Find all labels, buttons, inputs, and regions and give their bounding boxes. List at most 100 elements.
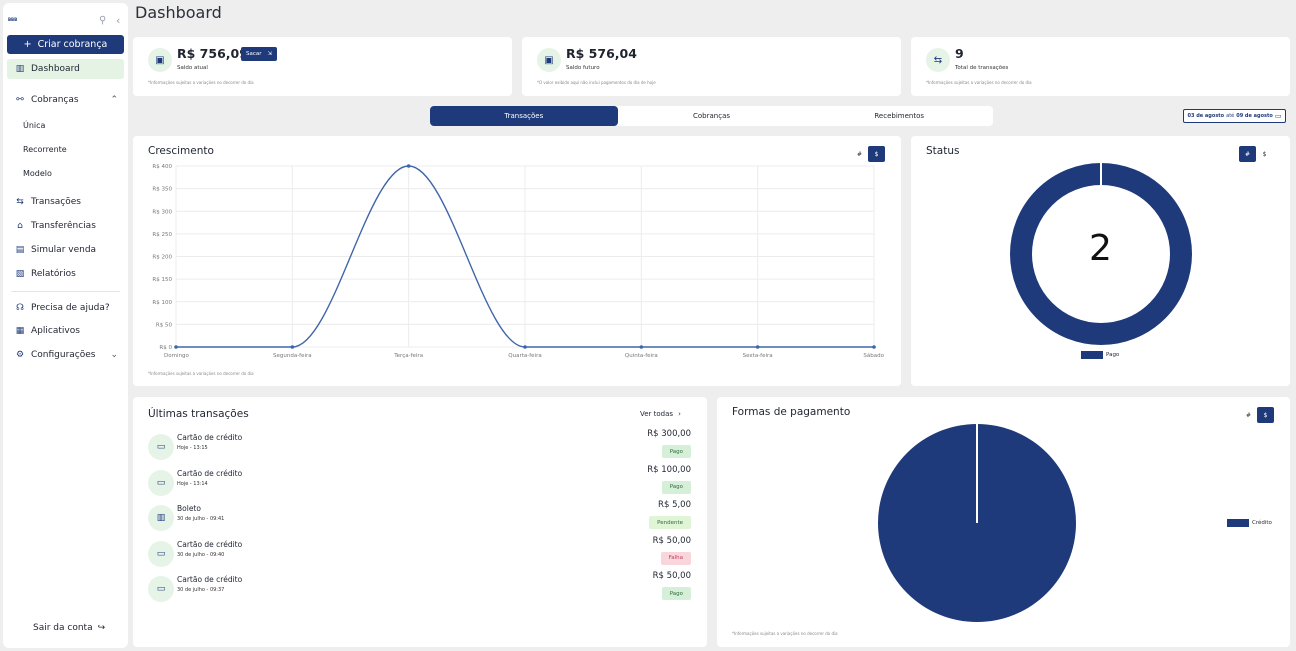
sidebar-item-simular-venda[interactable]: ▤ Simular venda <box>7 240 124 260</box>
y-tick-label: R$ 400 <box>152 164 172 170</box>
data-point[interactable] <box>290 345 295 349</box>
stat-value: R$ 576,04 <box>566 46 637 61</box>
y-tick-label: R$ 300 <box>152 209 172 215</box>
create-charge-button[interactable]: + Criar cobrança <box>7 35 124 54</box>
data-point[interactable] <box>639 345 644 349</box>
date-range-picker[interactable]: 03 de agosto até 09 de agosto ▭ <box>1183 109 1286 123</box>
chevron-down-icon: ⌄ <box>110 350 118 360</box>
tab-transacoes[interactable]: Transações <box>430 106 618 126</box>
stat-value: R$ 756,09 <box>177 46 248 61</box>
legend-label: Pago <box>1106 352 1120 358</box>
stat-note: *Informações sujeitas a variações no dec… <box>926 80 1032 85</box>
transaction-row[interactable]: ▭ Cartão de crédito 30 de julho - 09:37 R$ … <box>148 571 693 606</box>
report-icon: ▧ <box>15 269 25 279</box>
transaction-date: 30 de julho - 09:40 <box>177 551 225 558</box>
sidebar-subitem-recorrente[interactable]: Recorrente <box>23 145 67 154</box>
withdraw-icon: ⇲ <box>267 51 273 57</box>
calculator-icon: ▤ <box>15 245 25 255</box>
data-point[interactable] <box>406 164 411 168</box>
sidebar-item-cobrancas[interactable]: ⚯ Cobranças ⌃ <box>7 90 124 110</box>
y-tick-label: R$ 100 <box>152 300 172 306</box>
date-start: 03 de agosto <box>1187 113 1225 119</box>
sidebar-item-configuracoes[interactable]: ⚙ Configurações ⌄ <box>7 345 124 365</box>
data-point[interactable] <box>755 345 760 349</box>
transaction-amount: R$ 300,00 <box>647 429 691 439</box>
sidebar-subitem-unica[interactable]: Única <box>23 121 45 130</box>
card-icon: ▭ <box>148 540 174 567</box>
transaction-name: Boleto <box>177 504 201 513</box>
date-end: 09 de agosto <box>1236 113 1273 119</box>
transaction-row[interactable]: ▭ Cartão de crédito 30 de julho - 09:40 R$ … <box>148 536 693 571</box>
sidebar-item-label: Transações <box>31 197 81 207</box>
create-charge-label: Criar cobrança <box>37 39 108 50</box>
stat-card-total-transactions: ⇆ 9 Total de transações *Informações suj… <box>911 37 1290 96</box>
transaction-row[interactable]: ▭ Cartão de crédito Hoje - 13:15 R$ 300,00 P… <box>148 429 693 464</box>
y-tick-label: R$ 200 <box>152 255 172 261</box>
stat-label: Total de transações <box>955 65 1009 71</box>
gear-icon: ⚙ <box>15 350 25 360</box>
sidebar-item-label: Configurações <box>31 350 96 360</box>
collapse-icon[interactable]: ‹ <box>116 14 120 27</box>
sidebar-item-label: Simular venda <box>31 245 97 255</box>
card-icon: ▭ <box>148 434 174 460</box>
transfer-icon: ⇆ <box>926 48 950 72</box>
y-tick-label: R$ 50 <box>156 322 173 328</box>
transaction-date: Hoje - 13:14 <box>177 480 208 487</box>
page-title: Dashboard <box>135 3 222 22</box>
transaction-date: 30 de julho - 09:41 <box>177 516 225 522</box>
legend-label: Crédito <box>1252 520 1272 526</box>
payment-methods-card: Formas de pagamento # $ Crédito *Informa… <box>717 397 1290 647</box>
chart-note: *Informações sujeitas a variações no dec… <box>148 371 254 376</box>
data-point[interactable] <box>523 345 527 349</box>
sidebar-item-transacoes[interactable]: ⇆ Transações <box>7 192 124 212</box>
x-tick-label: Sábado <box>863 352 884 359</box>
y-tick-label: R$ 150 <box>152 277 172 283</box>
sidebar-item-relatorios[interactable]: ▧ Relatórios <box>7 264 124 284</box>
card-icon: ▭ <box>148 576 174 602</box>
transaction-amount: R$ 5,00 <box>658 500 691 510</box>
logout-label: Sair da conta <box>33 623 93 633</box>
sidebar-item-dashboard[interactable]: ▥ Dashboard <box>7 59 124 79</box>
divider <box>11 291 120 292</box>
data-point[interactable] <box>872 345 876 349</box>
status-badge: Falha <box>660 551 691 565</box>
sidebar-item-label: Dashboard <box>31 64 80 74</box>
chart-note: *Informações sujeitas a variações no dec… <box>732 631 838 636</box>
growth-chart-card: Crescimento # $ R$ 0 R$ 50 R$ 100 R$ 150 R$ … <box>133 136 901 386</box>
transaction-date: Hoje - 13:15 <box>177 445 208 451</box>
status-badge: Pendente <box>649 516 691 529</box>
sidebar-item-transferencias[interactable]: ⌂ Transferências <box>7 216 124 236</box>
sidebar-item-label: Aplicativos <box>31 326 80 336</box>
barcode-icon: ▥ <box>148 505 174 531</box>
status-badge: Pago <box>661 480 691 494</box>
tab-recebimentos[interactable]: Recebimentos <box>805 106 993 126</box>
sidebar-item-ajuda[interactable]: ☊ Precisa de ajuda? <box>7 298 124 318</box>
calendar-icon: ▭ <box>1274 112 1282 120</box>
headset-icon: ☊ <box>16 303 24 313</box>
money-icon: ⚯ <box>16 95 24 105</box>
transaction-row[interactable]: ▭ Cartão de crédito Hoje - 13:14 R$ 100,00 P… <box>148 464 693 500</box>
pin-icon[interactable]: ⚲ <box>99 15 106 26</box>
sidebar-subitem-modelo[interactable]: Modelo <box>23 169 52 178</box>
withdraw-button[interactable]: Sacar ⇲ <box>241 47 278 61</box>
stat-card-current-balance: ▣ R$ 756,09 Sacar ⇲ Saldo atual *Informa… <box>133 37 512 96</box>
payments-legend: Crédito <box>1227 519 1272 527</box>
transaction-amount: R$ 100,00 <box>647 464 691 475</box>
apps-icon: ▦ <box>15 326 25 336</box>
x-tick-label: Terça-feira <box>393 353 423 359</box>
transaction-row[interactable]: ▥ Boleto 30 de julho - 09:41 R$ 5,00 Pendent… <box>148 500 693 535</box>
sidebar-item-label: Precisa de ajuda? <box>31 303 110 313</box>
sidebar-item-aplicativos[interactable]: ▦ Aplicativos <box>7 321 124 341</box>
stat-label: Saldo futuro <box>566 65 600 71</box>
tab-cobrancas[interactable]: Cobranças <box>618 106 806 126</box>
last-transactions-title: Últimas transações <box>148 408 249 420</box>
logout-button[interactable]: Sair da conta ↪ <box>33 623 105 633</box>
y-tick-label: R$ 0 <box>159 345 172 351</box>
sidebar: BBB ⚲ ‹ + Criar cobrança ▥ Dashboard ⚯ C… <box>3 3 128 648</box>
data-point[interactable] <box>174 345 178 349</box>
chevron-right-icon: › <box>678 410 681 418</box>
brand-logo[interactable]: BBB <box>8 17 17 22</box>
x-tick-label: Quinta-feira <box>625 353 658 359</box>
view-all-link[interactable]: Ver todas › <box>640 410 681 418</box>
status-center-value: 2 <box>1089 228 1112 269</box>
